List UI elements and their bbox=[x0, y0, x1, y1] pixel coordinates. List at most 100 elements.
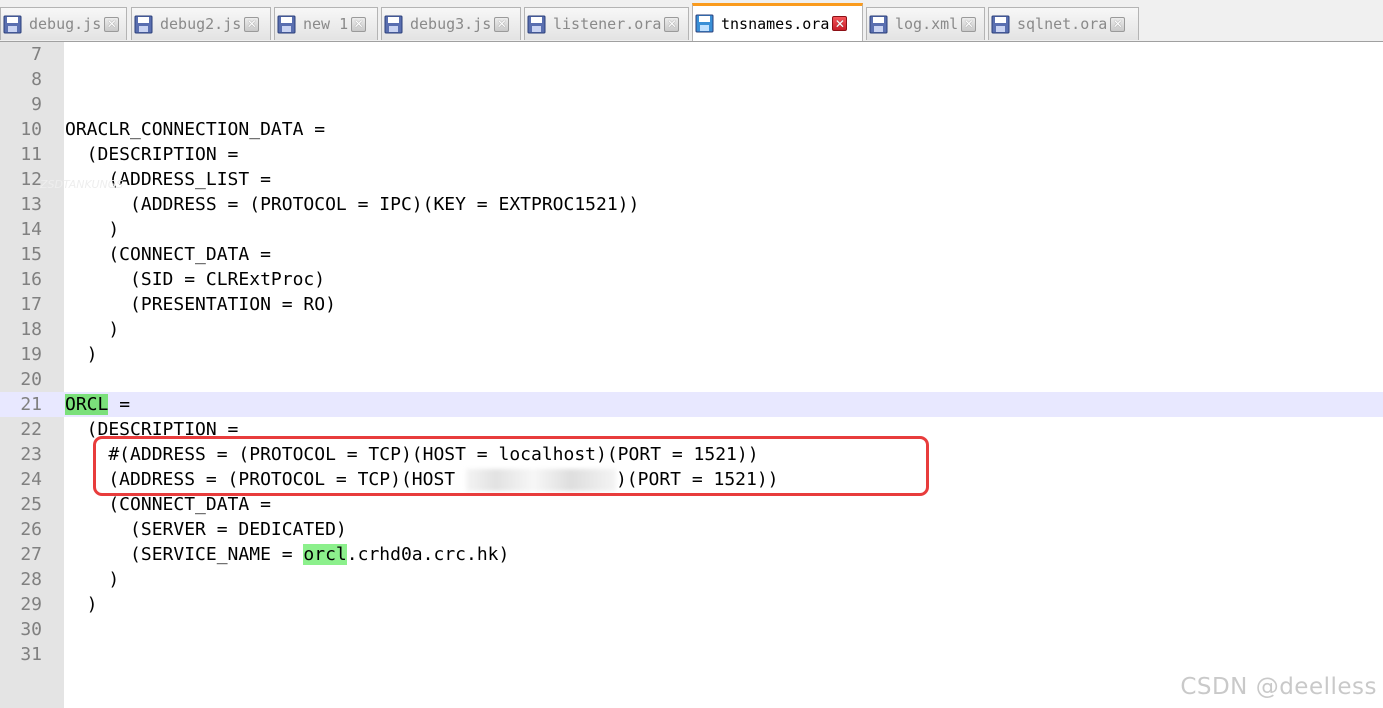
code-line[interactable]: 8 bbox=[0, 67, 1383, 92]
line-number: 19 bbox=[20, 344, 42, 365]
code-text: (SERVER = DEDICATED) bbox=[65, 519, 347, 540]
line-number: 25 bbox=[20, 494, 42, 515]
save-disk-icon bbox=[991, 15, 1010, 34]
code-text: (ADDRESS = (PROTOCOL = IPC)(KEY = EXTPRO… bbox=[65, 194, 640, 215]
line-number: 24 bbox=[20, 469, 42, 490]
line-number: 29 bbox=[20, 594, 42, 615]
tab-debug2-js[interactable]: debug2.js ✕ bbox=[131, 7, 271, 40]
tab-debug-js[interactable]: debug.js ✕ bbox=[0, 7, 127, 40]
code-line[interactable]: 21 ORCL = bbox=[0, 392, 1383, 417]
watermark: CSDN @deelless bbox=[1180, 674, 1377, 700]
line-number: 14 bbox=[20, 219, 42, 240]
close-icon[interactable]: ✕ bbox=[832, 16, 848, 31]
close-icon[interactable]: ✕ bbox=[1110, 16, 1126, 32]
annotation-highlight-box bbox=[93, 436, 929, 496]
code-text: ORCL = bbox=[65, 392, 130, 417]
tab-label: debug2.js bbox=[160, 15, 242, 33]
line-number: 23 bbox=[20, 444, 42, 465]
code-line[interactable]: 15 (CONNECT_DATA = bbox=[0, 242, 1383, 267]
line-number: 7 bbox=[31, 44, 42, 65]
tab-tnsnames-ora[interactable]: tnsnames.ora ✕ bbox=[692, 3, 863, 41]
code-line[interactable]: 11 (DESCRIPTION = bbox=[0, 142, 1383, 167]
line-number: 22 bbox=[20, 419, 42, 440]
save-disk-icon bbox=[527, 15, 546, 34]
line-number: 17 bbox=[20, 294, 42, 315]
code-line[interactable]: 12 (ADDRESS_LIST = bbox=[0, 167, 1383, 192]
tab-listener-ora[interactable]: listener.ora ✕ bbox=[524, 7, 689, 40]
line-number: 15 bbox=[20, 244, 42, 265]
line-number: 11 bbox=[20, 144, 42, 165]
tab-log-xml[interactable]: log.xml ✕ bbox=[866, 7, 985, 40]
tab-label: tnsnames.ora bbox=[721, 14, 830, 33]
code-line[interactable]: 7 bbox=[0, 42, 1383, 67]
line-number: 20 bbox=[20, 369, 42, 390]
tab-label: debug3.js bbox=[410, 15, 492, 33]
code-text: (PRESENTATION = RO) bbox=[65, 294, 336, 315]
tab-bar: debug.js ✕ debug2.js ✕ new 1 ✕ debug3.js… bbox=[0, 0, 1383, 42]
tab-label: listener.ora bbox=[553, 15, 662, 33]
code-text: ) bbox=[65, 219, 120, 240]
line-number: 21 bbox=[20, 394, 42, 415]
code-line[interactable]: 28 ) bbox=[0, 567, 1383, 592]
code-line[interactable]: 26 (SERVER = DEDICATED) bbox=[0, 517, 1383, 542]
save-disk-icon bbox=[384, 15, 403, 34]
line-number: 28 bbox=[20, 569, 42, 590]
line-number: 13 bbox=[20, 194, 42, 215]
code-line[interactable]: 20 bbox=[0, 367, 1383, 392]
line-number: 31 bbox=[20, 644, 42, 665]
tab-label: log.xml bbox=[895, 15, 959, 33]
close-icon[interactable]: ✕ bbox=[351, 16, 367, 32]
code-line[interactable]: 13 (ADDRESS = (PROTOCOL = IPC)(KEY = EXT… bbox=[0, 192, 1383, 217]
search-match-highlight: orcl bbox=[303, 544, 347, 565]
code-line[interactable]: 9 bbox=[0, 92, 1383, 117]
code-line[interactable]: 19 ) bbox=[0, 342, 1383, 367]
line-number: 30 bbox=[20, 619, 42, 640]
faint-watermark: ZSDTANKUNGS bbox=[40, 178, 124, 191]
code-line[interactable]: 16 (SID = CLRExtProc) bbox=[0, 267, 1383, 292]
code-text: (CONNECT_DATA = bbox=[65, 244, 271, 265]
save-disk-icon bbox=[3, 15, 22, 34]
tab-label: sqlnet.ora bbox=[1017, 15, 1108, 33]
code-text: ) bbox=[65, 594, 98, 615]
code-segment: (SERVICE_NAME = bbox=[65, 544, 304, 565]
save-disk-icon bbox=[695, 14, 714, 33]
line-number: 26 bbox=[20, 519, 42, 540]
code-line[interactable]: 14 ) bbox=[0, 217, 1383, 242]
line-number: 8 bbox=[31, 69, 42, 90]
code-text: (DESCRIPTION = bbox=[65, 144, 239, 165]
code-text: ORACLR_CONNECTION_DATA = bbox=[65, 119, 326, 140]
code-line[interactable]: 10 ORACLR_CONNECTION_DATA = bbox=[0, 117, 1383, 142]
code-line[interactable]: 18 ) bbox=[0, 317, 1383, 342]
code-line[interactable]: 17 (PRESENTATION = RO) bbox=[0, 292, 1383, 317]
code-segment: .crhd0a.crc.hk) bbox=[346, 544, 510, 565]
search-match-highlight: ORCL bbox=[65, 394, 109, 415]
tab-label: debug.js bbox=[29, 15, 102, 33]
code-text: ) bbox=[65, 569, 120, 590]
save-disk-icon bbox=[277, 15, 296, 34]
code-text: (SERVICE_NAME = orcl.crhd0a.crc.hk) bbox=[65, 542, 509, 567]
close-icon[interactable]: ✕ bbox=[244, 16, 260, 32]
close-icon[interactable]: ✕ bbox=[104, 16, 120, 32]
code-editor[interactable]: 7 8 9 10 ORACLR_CONNECTION_DATA = 11 (DESCRIP… bbox=[0, 42, 1383, 708]
code-line[interactable]: 30 bbox=[0, 617, 1383, 642]
tab-new-1[interactable]: new 1 ✕ bbox=[274, 7, 378, 40]
close-icon[interactable]: ✕ bbox=[961, 16, 977, 32]
line-number: 18 bbox=[20, 319, 42, 340]
line-number: 16 bbox=[20, 269, 42, 290]
code-line[interactable]: 31 bbox=[0, 642, 1383, 667]
code-text: (SID = CLRExtProc) bbox=[65, 269, 326, 290]
tab-debug3-js[interactable]: debug3.js ✕ bbox=[381, 7, 521, 40]
save-disk-icon bbox=[869, 15, 888, 34]
save-disk-icon bbox=[134, 15, 153, 34]
tab-sqlnet-ora[interactable]: sqlnet.ora ✕ bbox=[988, 7, 1139, 40]
close-icon[interactable]: ✕ bbox=[664, 16, 680, 32]
line-number: 27 bbox=[20, 544, 42, 565]
line-number: 12 bbox=[20, 169, 42, 190]
close-icon[interactable]: ✕ bbox=[494, 16, 510, 32]
line-number: 9 bbox=[31, 94, 42, 115]
code-segment: = bbox=[108, 394, 131, 415]
code-text: ) bbox=[65, 344, 98, 365]
tab-label: new 1 bbox=[303, 15, 349, 33]
code-line[interactable]: 29 ) bbox=[0, 592, 1383, 617]
code-line[interactable]: 27 (SERVICE_NAME = orcl.crhd0a.crc.hk) bbox=[0, 542, 1383, 567]
